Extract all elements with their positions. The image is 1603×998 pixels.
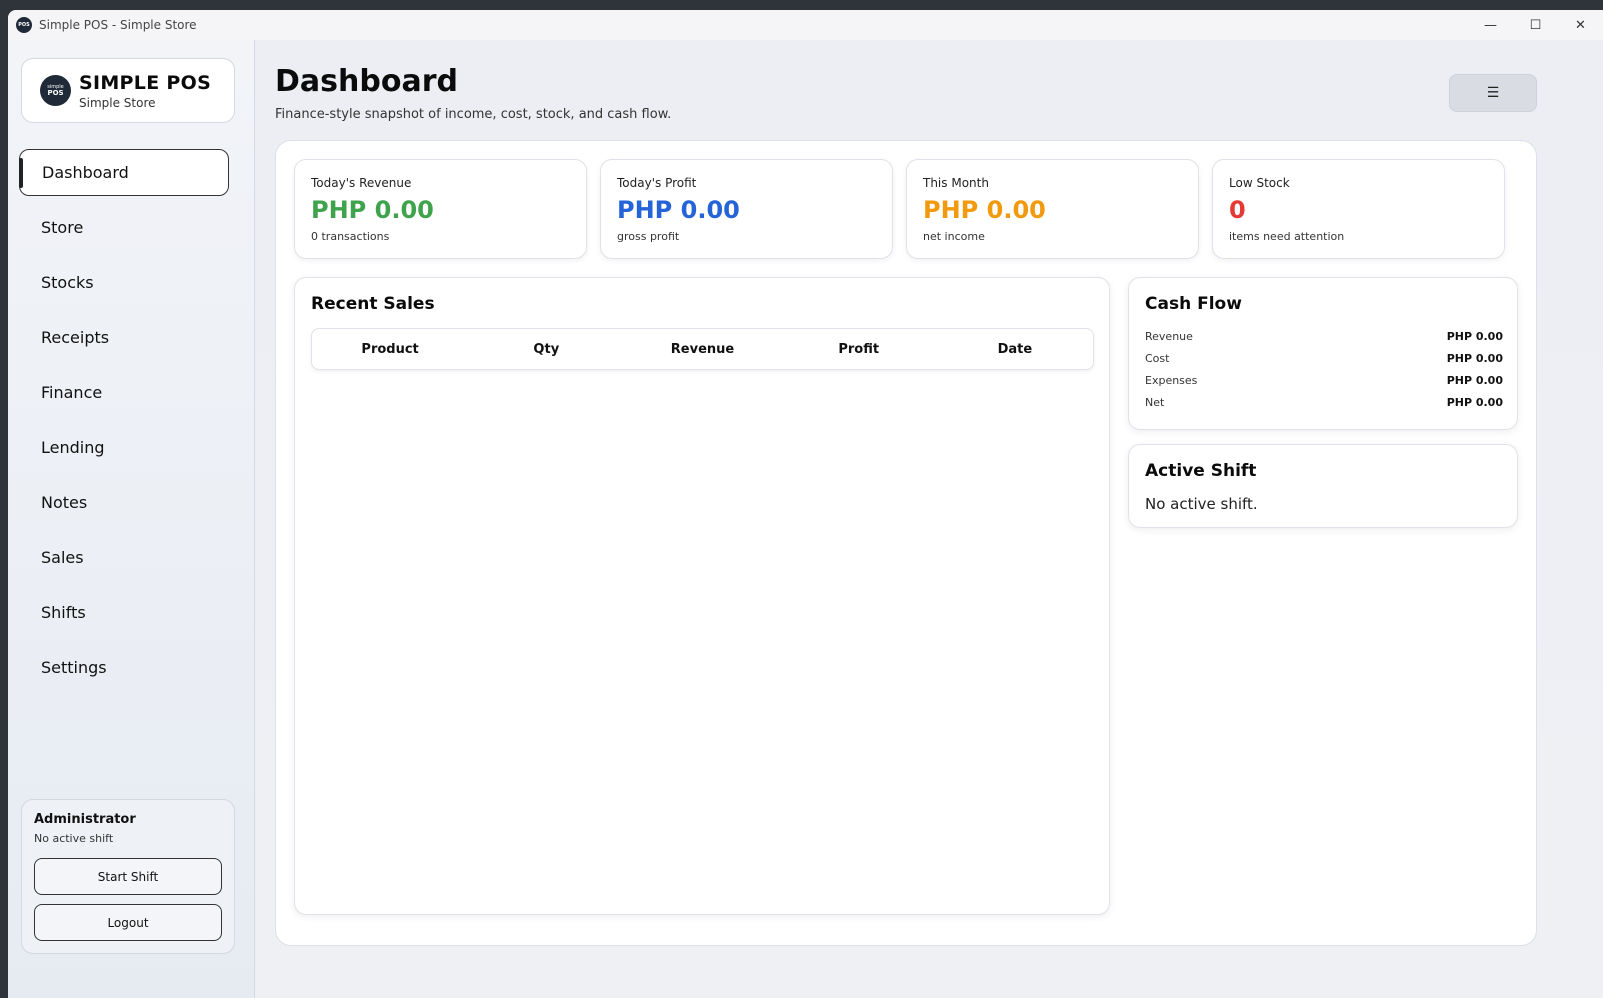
column-header-profit[interactable]: Profit (781, 342, 937, 357)
start-shift-button[interactable]: Start Shift (34, 858, 222, 895)
stat-value: PHP 0.00 (311, 196, 434, 224)
cash-flow-row: Expenses PHP 0.00 (1145, 374, 1503, 387)
hamburger-icon: ☰ (1486, 85, 1500, 101)
sidebar-item-finance[interactable]: Finance (19, 369, 229, 416)
title-bar[interactable]: POS Simple POS - Simple Store — ☐ ✕ (8, 10, 1603, 40)
stat-note: items need attention (1229, 230, 1345, 243)
recent-sales-card: Recent Sales Product Qty Revenue Profit … (294, 277, 1110, 915)
sidebar-item-lending[interactable]: Lending (19, 424, 229, 471)
stat-card-profit: Today's Profit PHP 0.00 gross profit (600, 159, 893, 259)
sidebar-item-settings[interactable]: Settings (19, 644, 229, 691)
active-shift-card: Active Shift No active shift. (1128, 444, 1518, 528)
column-header-date[interactable]: Date (937, 342, 1093, 357)
cash-flow-row: Revenue PHP 0.00 (1145, 330, 1503, 343)
page-title: Dashboard (275, 64, 458, 99)
sidebar-item-store[interactable]: Store (19, 204, 229, 251)
brand-name: SIMPLE POS (79, 71, 212, 94)
brand-card: simple POS SIMPLE POS Simple Store (21, 58, 235, 123)
sidebar-item-dashboard[interactable]: Dashboard (19, 149, 229, 196)
column-header-product[interactable]: Product (312, 342, 468, 357)
stat-card-low-stock: Low Stock 0 items need attention (1212, 159, 1505, 259)
stat-value: PHP 0.00 (617, 196, 740, 224)
stat-note: 0 transactions (311, 230, 390, 243)
cash-flow-card: Cash Flow Revenue PHP 0.00 Cost PHP 0.00… (1128, 277, 1518, 430)
main-content: Dashboard Finance-style snapshot of inco… (256, 40, 1603, 998)
app-window: POS Simple POS - Simple Store — ☐ ✕ simp… (8, 10, 1603, 998)
recent-sales-title: Recent Sales (311, 294, 435, 314)
page-subtitle: Finance-style snapshot of income, cost, … (275, 107, 672, 122)
stat-value: PHP 0.00 (923, 196, 1046, 224)
user-shift-status: No active shift (34, 832, 114, 845)
sidebar-nav: Dashboard Store Stocks Receipts Finance … (19, 149, 229, 699)
menu-button[interactable]: ☰ (1449, 74, 1537, 112)
user-name: Administrator (34, 812, 136, 827)
cash-flow-row: Cost PHP 0.00 (1145, 352, 1503, 365)
sidebar: simple POS SIMPLE POS Simple Store Dashb… (8, 40, 255, 998)
stat-card-month: This Month PHP 0.00 net income (906, 159, 1199, 259)
stat-label: Low Stock (1229, 176, 1290, 190)
stat-label: Today's Profit (617, 176, 697, 190)
sidebar-item-notes[interactable]: Notes (19, 479, 229, 526)
stat-card-revenue: Today's Revenue PHP 0.00 0 transactions (294, 159, 587, 259)
cash-flow-title: Cash Flow (1145, 294, 1242, 314)
dashboard-panel: Today's Revenue PHP 0.00 0 transactions … (275, 140, 1537, 946)
minimize-icon[interactable]: — (1468, 10, 1513, 40)
close-icon[interactable]: ✕ (1558, 10, 1603, 40)
stat-label: Today's Revenue (311, 176, 412, 190)
column-header-revenue[interactable]: Revenue (624, 342, 780, 357)
sidebar-item-stocks[interactable]: Stocks (19, 259, 229, 306)
stat-note: gross profit (617, 230, 680, 243)
window-controls: — ☐ ✕ (1468, 10, 1603, 40)
user-card: Administrator No active shift Start Shif… (21, 799, 235, 954)
sidebar-item-shifts[interactable]: Shifts (19, 589, 229, 636)
stat-value: 0 (1229, 196, 1246, 224)
store-name: Simple Store (79, 95, 156, 110)
active-shift-title: Active Shift (1145, 461, 1257, 481)
logout-button[interactable]: Logout (34, 904, 222, 941)
app-icon: POS (16, 17, 32, 33)
active-shift-text: No active shift. (1145, 495, 1258, 513)
brand-logo-icon: simple POS (40, 75, 71, 106)
sidebar-item-receipts[interactable]: Receipts (19, 314, 229, 361)
cash-flow-row: Net PHP 0.00 (1145, 396, 1503, 409)
stat-note: net income (923, 230, 985, 243)
maximize-icon[interactable]: ☐ (1513, 10, 1558, 40)
column-header-qty[interactable]: Qty (468, 342, 624, 357)
window-title: Simple POS - Simple Store (39, 18, 197, 32)
recent-sales-table-header: Product Qty Revenue Profit Date (311, 328, 1094, 370)
stat-label: This Month (923, 176, 989, 190)
sidebar-item-sales[interactable]: Sales (19, 534, 229, 581)
